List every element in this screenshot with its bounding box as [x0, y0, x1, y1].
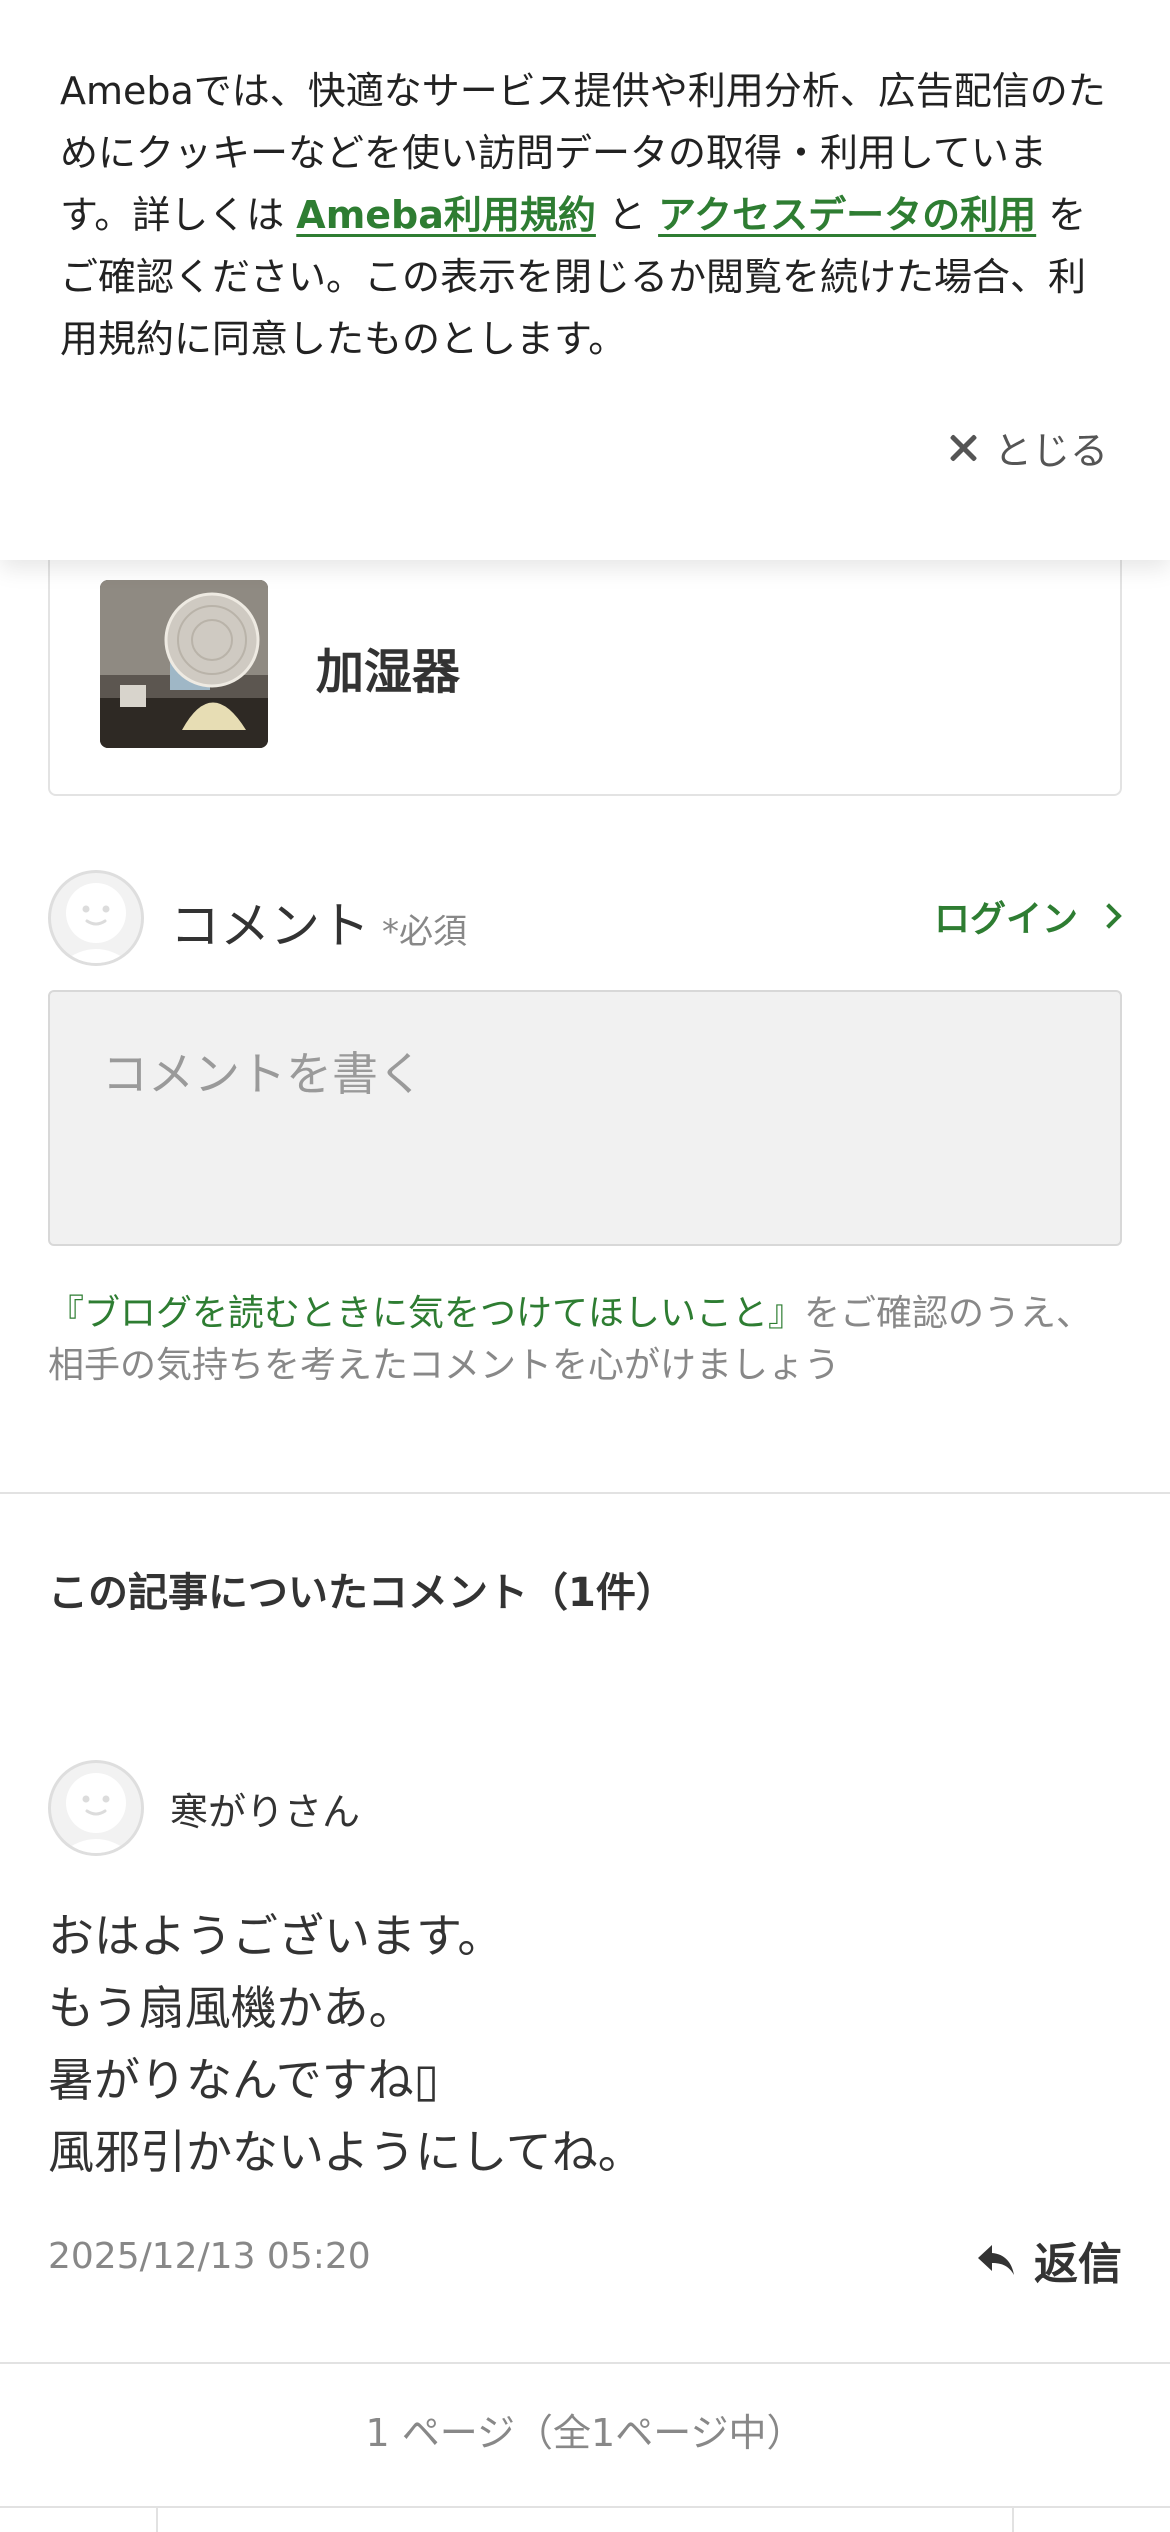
pagination-separator	[156, 2508, 158, 2532]
cookie-close-label: とじる	[993, 429, 1108, 473]
comment-line: 風邪引かないようにしてね。	[48, 2125, 644, 2179]
article-title: 加湿器	[316, 644, 461, 700]
cookie-consent-banner: Amebaでは、快適なサービス提供や利用分析、広告配信のためにクッキーなどを使い…	[0, 0, 1170, 560]
ameba-terms-link[interactable]: Ameba利用規約	[296, 193, 596, 237]
reply-button[interactable]: 返信	[976, 2228, 1122, 2292]
related-article-card[interactable]: 加湿器	[48, 520, 1122, 796]
required-marker: *必須	[382, 912, 467, 952]
avatar	[48, 1760, 144, 1856]
cookie-text-and: と	[595, 193, 659, 237]
default-avatar-icon	[61, 883, 131, 963]
reply-arrow-icon	[978, 2245, 1014, 2275]
section-divider	[0, 1492, 1170, 1494]
pagination-controls	[0, 2506, 1170, 2532]
comment-guideline-notice: 『ブログを読むときに気をつけてほしいこと』をご確認のうえ、相手の気持ちを考えたコ…	[48, 1288, 1122, 1392]
comment-body: おはようございます。 もう扇風機かあ。 暑がりなんですね▯ 風邪引かないようにし…	[48, 1900, 1122, 2188]
reply-label: 返信	[1034, 2239, 1122, 2290]
close-icon	[948, 433, 978, 463]
page: Amebaでは、快適なサービス提供や利用分析、広告配信のためにクッキーなどを使い…	[0, 0, 1170, 2532]
default-avatar-icon	[61, 1773, 131, 1853]
comments-heading: この記事についたコメント（1件）	[48, 1570, 676, 1616]
comment-form-header: コメント *必須 ログイン	[48, 868, 1122, 968]
pagination-separator	[1012, 2508, 1014, 2532]
login-link[interactable]: ログイン	[933, 890, 1122, 942]
comment-author-name: 寒がりさん	[170, 1789, 361, 1834]
section-divider	[0, 2362, 1170, 2364]
avatar	[48, 870, 144, 966]
cookie-close-button[interactable]: とじる	[948, 420, 1108, 475]
comment-textarea[interactable]: コメントを書く	[48, 990, 1122, 1246]
guideline-link[interactable]: 『ブログを読むときに気をつけてほしいこと』	[48, 1293, 804, 1334]
comment-line: もう扇風機かあ。	[48, 1981, 415, 2035]
comment-timestamp: 2025/12/13 05:20	[48, 2236, 371, 2277]
access-data-link[interactable]: アクセスデータの利用	[658, 193, 1036, 237]
comment-line: おはようございます。	[48, 1909, 504, 1963]
comment-line: 暑がりなんですね▯	[48, 2053, 440, 2107]
comment-label: コメント	[170, 897, 370, 955]
cookie-notice-text: Amebaでは、快適なサービス提供や利用分析、広告配信のためにクッキーなどを使い…	[60, 60, 1110, 370]
chevron-right-icon	[1096, 903, 1122, 929]
comment-author[interactable]: 寒がりさん	[48, 1760, 360, 1856]
login-label: ログイン	[933, 899, 1078, 940]
article-thumbnail	[100, 580, 268, 748]
pagination-info: 1 ページ（全1ページ中）	[365, 2411, 805, 2455]
